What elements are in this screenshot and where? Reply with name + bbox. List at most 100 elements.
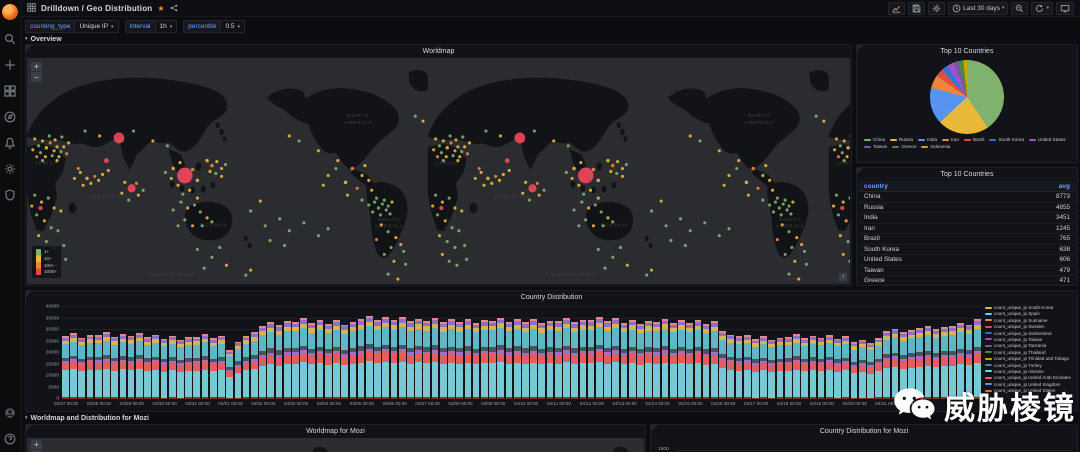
zoom-out-icon[interactable]	[1011, 1, 1029, 15]
x-axis-tick: 04/07 00:00	[415, 401, 440, 406]
variable-interval: interval 1h ▾	[124, 20, 178, 33]
panel-title-country-distribution[interactable]: Country Distribution	[26, 291, 1077, 303]
help-icon[interactable]	[3, 431, 18, 446]
distribution-legend-item[interactable]: count_unique_ip Ukraine	[985, 369, 1073, 374]
variable-value-dropdown[interactable]: 1h ▾	[154, 20, 178, 33]
sidebar-icons	[3, 20, 18, 202]
distribution-legend-item[interactable]: count_unique_ip South Korea	[985, 305, 1073, 310]
distribution-legend: count_unique_ip South Korea count_unique_…	[985, 305, 1073, 393]
distribution-legend-item[interactable]: count_unique_ip Turkey	[985, 363, 1073, 368]
x-axis-tick: 04/11 00:00	[546, 401, 571, 406]
variable-value-dropdown[interactable]: 0.5 ▾	[220, 20, 246, 33]
map-attribution-toggle[interactable]: i	[839, 273, 847, 281]
pie-legend-item[interactable]: China	[864, 137, 885, 142]
stacked-bar-plot[interactable]: 0 5000 10000 15000 20000 25000 30000 35000 40000…	[46, 305, 982, 406]
x-axis-tick: 04/19 00:00	[809, 401, 834, 406]
distribution-legend-item[interactable]: count_unique_ip Sweden	[985, 324, 1073, 329]
pie-legend-item[interactable]: Taiwan	[864, 144, 887, 149]
y-axis-tick: 35000	[45, 316, 59, 321]
pie-legend-item[interactable]: Indonesia	[921, 144, 950, 149]
row-header-overview[interactable]: ▾ Overview	[25, 36, 62, 43]
cell-avg: 8773	[1055, 193, 1070, 201]
svg-text:OCEANIA: OCEANIA	[600, 223, 629, 229]
distribution-legend-item[interactable]: count_unique_ip Thailand	[985, 350, 1073, 355]
pie-legend-item[interactable]: Russia	[890, 137, 913, 142]
add-icon[interactable]	[3, 57, 18, 72]
share-icon[interactable]	[165, 0, 178, 17]
search-icon[interactable]	[3, 31, 18, 46]
distribution-legend-item[interactable]: count_unique_ip Taiwan	[985, 337, 1073, 342]
zoom-in-button[interactable]: +	[31, 440, 42, 450]
settings-icon[interactable]	[928, 1, 946, 15]
x-axis-tick: 04/06 00:00	[382, 401, 407, 406]
distribution-legend-item[interactable]: count_unique_ip Trinidad and Tobago	[985, 356, 1073, 361]
breadcrumb[interactable]: Drilldown / Geo Distribution	[41, 4, 152, 13]
distribution-legend-item[interactable]: count_unique_ip Tanzania	[985, 343, 1073, 348]
grafana-logo[interactable]	[2, 4, 18, 20]
svg-text:NORTH: NORTH	[748, 113, 770, 119]
variable-label: counting_type	[25, 20, 75, 33]
time-range-picker[interactable]: Last 30 days ▾	[948, 1, 1009, 15]
map-zoom-control: + −	[31, 440, 42, 452]
pie-legend-item[interactable]: Brazil	[963, 137, 984, 142]
tv-mode-icon[interactable]	[1056, 1, 1074, 15]
panel-title-top10-table[interactable]: Top 10 Countries	[857, 168, 1077, 180]
table-row: South Korea 638	[858, 245, 1076, 255]
cell-country: Iran	[864, 224, 875, 232]
zoom-in-button[interactable]: +	[31, 62, 42, 72]
x-axis-tick: 04/14 00:00	[645, 401, 670, 406]
column-country[interactable]: country	[864, 183, 888, 190]
column-avg[interactable]: avg	[1059, 183, 1070, 190]
grafana-dashboard: Drilldown / Geo Distribution ★ Last 30 d…	[0, 0, 1080, 452]
save-icon[interactable]	[908, 1, 926, 15]
panel-worldmap-mozi: Worldmap for Mozi + − AFRICAOCEANIANORTH…	[25, 424, 646, 452]
svg-text:AMERICA: AMERICA	[776, 224, 805, 230]
table-row: Iran 1245	[858, 224, 1076, 234]
threshold-label: 100+	[44, 262, 55, 268]
cell-country: Greece	[864, 277, 885, 284]
pie-legend-item[interactable]: Iran	[942, 137, 959, 142]
variable-value-dropdown[interactable]: Unique IP ▾	[74, 20, 119, 33]
panel-title-worldmap[interactable]: Worldmap	[26, 45, 851, 57]
refresh-icon	[1036, 4, 1044, 12]
cell-country: Taiwan	[864, 266, 884, 274]
zoom-out-button[interactable]: −	[31, 72, 42, 82]
explore-icon[interactable]	[3, 109, 18, 124]
worldmap-canvas[interactable]: + − 1+ 10+ 100+ 1000+ i AFRICA OCEANIA NORTH A…	[27, 58, 850, 284]
panel-country-distribution-mozi: Country Distribution for Mozi 1500	[650, 424, 1078, 452]
distribution-legend-item[interactable]: count_unique_ip Switzerland	[985, 331, 1073, 336]
refresh-button[interactable]: ▾	[1031, 1, 1053, 15]
shield-icon[interactable]	[3, 187, 18, 202]
pie-legend-item[interactable]: India	[918, 137, 937, 142]
countries-table: country avg China 8773 Russia 4855 India 3451…	[858, 181, 1076, 284]
dashboard-variables: counting_type Unique IP ▾ interval 1h ▾ perc…	[25, 20, 246, 33]
x-axis-tick: 03/30 00:00	[152, 401, 177, 406]
row-header-mozi[interactable]: ▾ Worldmap and Distribution for Mozi	[25, 415, 149, 422]
panel-title-top10-pie[interactable]: Top 10 Countries	[857, 45, 1077, 57]
pie-legend-item[interactable]: Greece	[892, 144, 916, 149]
chevron-down-icon: ▾	[1046, 5, 1049, 11]
star-icon[interactable]: ★	[157, 4, 164, 13]
y-axis-tick: 20000	[45, 350, 59, 356]
x-axis-tick: 04/08 00:00	[448, 401, 473, 406]
distribution-legend-item[interactable]: count_unique_ip United Arab Emirates	[985, 375, 1073, 380]
distribution-legend-item[interactable]: count_unique_ip Spain	[985, 311, 1073, 316]
variable-label: interval	[124, 20, 155, 33]
avatar[interactable]	[3, 405, 18, 420]
panel-add-icon[interactable]	[888, 1, 906, 15]
pie-legend: China Russia India Iran Brazil South Korea Uni…	[858, 134, 1076, 149]
alerts-icon[interactable]	[3, 135, 18, 150]
pie-circle[interactable]	[930, 60, 1004, 134]
configuration-icon[interactable]	[3, 161, 18, 176]
dashboards-icon[interactable]	[3, 83, 18, 98]
svg-text:Indian Ocean: Indian Ocean	[493, 194, 530, 199]
dashboard-icon	[27, 0, 36, 17]
pie-legend-item[interactable]: United States	[1029, 137, 1066, 142]
table-row: China 8773	[858, 192, 1076, 203]
worldmap-mozi-canvas[interactable]: + − AFRICAOCEANIANORTHAMERICASOUTHAMERIC…	[27, 438, 644, 452]
variable-percentile: percentile 0.5 ▾	[183, 20, 246, 33]
pie-legend-item[interactable]: South Korea	[989, 137, 1024, 142]
chevron-down-icon: ▾	[169, 23, 173, 30]
distribution-legend-item[interactable]: count_unique_ip Suriname	[985, 318, 1073, 323]
panel-title-worldmap-mozi[interactable]: Worldmap for Mozi	[26, 425, 645, 437]
